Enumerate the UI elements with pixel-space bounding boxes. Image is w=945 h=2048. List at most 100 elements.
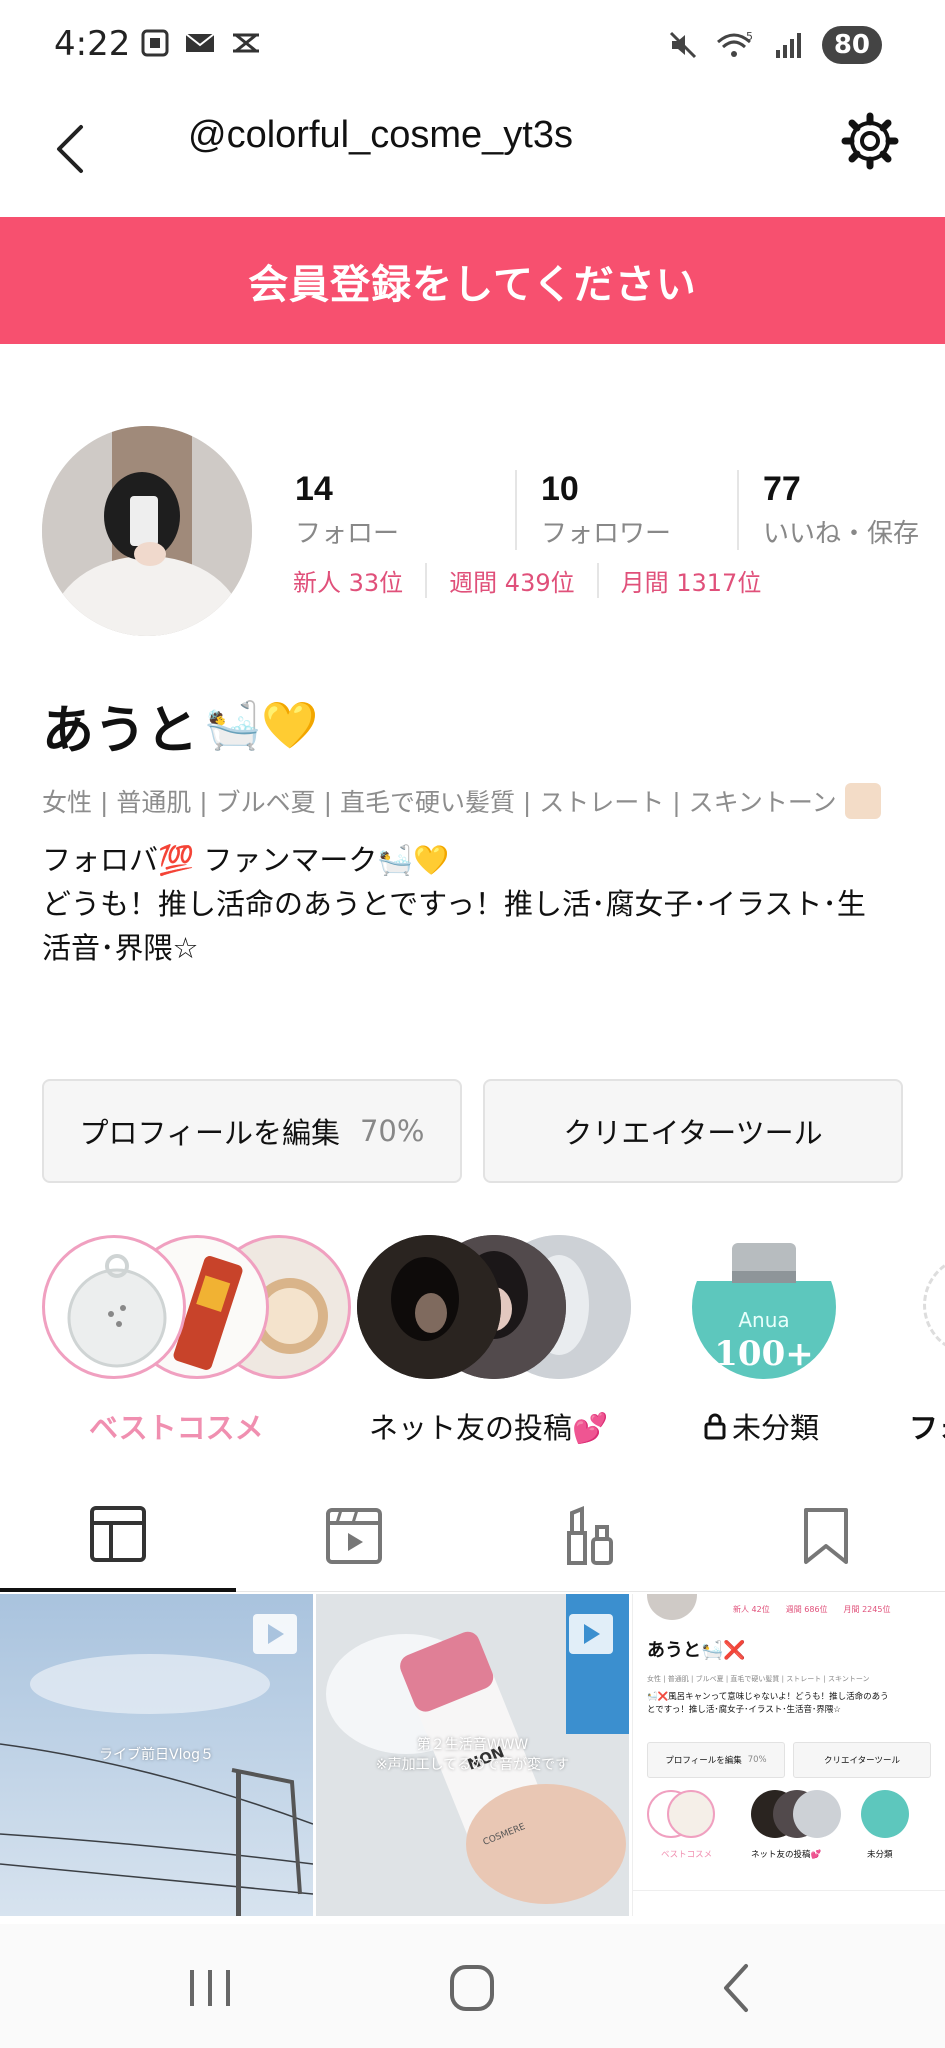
stat-likes-label: いいね・保存 (763, 519, 920, 549)
bio-line: どうも！推し活命のあうとですっ！推し活･腐女子･イラスト･生 (42, 887, 866, 921)
collection-best-cosme[interactable]: ベストコスメ (42, 1233, 351, 1453)
signal-icon (775, 33, 801, 58)
settings-button[interactable] (835, 106, 905, 176)
collection-label: ベストコスメ (89, 1411, 264, 1445)
anua-brand: Anua (738, 1308, 789, 1332)
mini-tabbar (633, 1890, 945, 1916)
post-tile[interactable]: NON COSMERE 第２生活音WWW ※声加工してるので音が変です (316, 1594, 629, 1916)
collection-label-text: 未分類 (732, 1411, 820, 1445)
back-icon (724, 1964, 748, 2012)
collection-thumb (923, 1255, 945, 1355)
system-nav-bar (0, 1924, 945, 2048)
status-bar: 4:22 5 80 (0, 0, 945, 90)
chevron-left-icon (57, 125, 83, 173)
stat-follow-label: フォロー (295, 519, 400, 549)
mini-name: あうと🛀❌ (647, 1640, 746, 1661)
wifi-icon: 5 (716, 30, 753, 57)
rank-weekly[interactable]: 週間 439位 (425, 563, 596, 598)
collection-uncategorized[interactable]: Anua 100+ 未分類 (692, 1233, 852, 1453)
rank-monthly[interactable]: 月間 1317位 (596, 563, 784, 598)
register-banner[interactable]: 会員登録をしてください (0, 217, 945, 344)
profile-stats: 14 フォロー 10 フォロワー 77 いいね・保存 (293, 470, 945, 550)
status-left-icons (140, 28, 262, 58)
mini-collection-thumb (861, 1790, 909, 1838)
mini-collection-label: 未分類 (867, 1850, 893, 1860)
mini-edit-label: プロフィールを編集 (665, 1756, 742, 1766)
tab-saved[interactable] (708, 1480, 944, 1592)
mini-bio-line: とですっ！推し活･腐女子･イラスト･生活音･界隈☆ (647, 1705, 841, 1715)
collection-thumb (42, 1235, 186, 1379)
mini-edit-percent: 70% (747, 1755, 767, 1765)
svg-text:5: 5 (746, 30, 753, 43)
collection-thumb (357, 1235, 501, 1379)
post-caption: ライブ前日Vlog５ (99, 1747, 214, 1763)
mini-profile-screenshot: 新人 42位 週間 686位 月間 2245位 あうと🛀❌ 女性 | 普通肌 |… (633, 1594, 945, 1916)
collections-row: ベストコスメ ネット友の投稿💕 Anua 100+ 未分類 フ (0, 1233, 945, 1453)
post-caption: 第２生活音WWW ※声加工してるので音が変です (316, 1734, 629, 1774)
bio-line: フォロバ💯 ファンマーク🛀💛 (42, 843, 450, 877)
lipstick-icon (567, 1506, 613, 1565)
stat-follower[interactable]: 10 フォロワー (515, 470, 737, 550)
mini-rank: 週間 686位 (785, 1605, 828, 1614)
page-title: @colorful_cosme_yt3s (188, 114, 573, 156)
display-name-emojis: 🛀💛 (204, 698, 319, 752)
edit-profile-label: プロフィールを編集 (79, 1116, 340, 1150)
mini-creator-button: クリエイターツール (793, 1742, 931, 1778)
collection-partial[interactable]: フォ (905, 1233, 945, 1453)
screenshot-icon (141, 29, 169, 57)
collection-label: フォ (909, 1411, 945, 1445)
mini-tags: 女性 | 普通肌 | ブルベ夏 | 直毛で硬い髪質 | ストレート | スキント… (647, 1675, 870, 1683)
stat-follower-value: 10 (541, 470, 579, 508)
mini-collection-thumb (647, 1790, 737, 1838)
profile-tags-text: 女性 | 普通肌 | ブルベ夏 | 直毛で硬い髪質 | ストレート | スキント… (42, 788, 837, 817)
status-right-icons: 5 80 (668, 26, 882, 64)
collection-label: ネット友の投稿💕 (369, 1411, 609, 1445)
stat-likes[interactable]: 77 いいね・保存 (737, 470, 945, 550)
rank-newcomer[interactable]: 新人 33位 (293, 563, 425, 598)
mini-bio-line: 🛀❌風呂キャンって意味じゃないよ！どうも！推し活命のあう (647, 1692, 889, 1702)
avatar[interactable] (42, 426, 252, 636)
collection-thumb: Anua 100+ (692, 1235, 836, 1379)
post-grid: ライブ前日Vlog５ NON COSMERE 第２生活音WWW ※声加工してるの… (0, 1594, 945, 1924)
gear-icon (841, 112, 899, 170)
creator-tools-button[interactable]: クリエイターツール (483, 1079, 903, 1183)
post-tile[interactable]: 新人 42位 週間 686位 月間 2245位 あうと🛀❌ 女性 | 普通肌 |… (632, 1594, 945, 1916)
anua-count: 100+ (714, 1334, 813, 1374)
collection-label: 未分類 (704, 1405, 819, 1447)
video-icon (326, 1508, 382, 1564)
mini-collection-thumb (751, 1790, 841, 1838)
back-nav-button[interactable] (708, 1960, 768, 2016)
edit-profile-button[interactable]: プロフィールを編集 70% (42, 1079, 462, 1183)
profile-bio: フォロバ💯 ファンマーク🛀💛 どうも！推し活命のあうとですっ！推し活･腐女子･イ… (42, 838, 912, 970)
bio-line: 活音･界隈☆ (42, 931, 199, 965)
lock-icon (704, 1413, 726, 1440)
stat-follow[interactable]: 14 フォロー (293, 470, 515, 550)
tab-videos[interactable] (236, 1480, 472, 1592)
mail-icon (185, 33, 215, 52)
post-caption-line: 第２生活音WWW (416, 1737, 529, 1753)
tab-posts[interactable] (0, 1480, 236, 1592)
mini-avatar (647, 1594, 697, 1620)
recent-apps-button[interactable] (180, 1960, 240, 2016)
post-caption-line: ※声加工してるので音が変です (375, 1757, 570, 1773)
post-tile[interactable]: ライブ前日Vlog５ (0, 1594, 313, 1916)
mini-edit-button: プロフィールを編集 70% (647, 1742, 785, 1778)
capcut-icon (233, 33, 259, 53)
stat-likes-value: 77 (763, 470, 801, 508)
display-name-text: あうと (42, 701, 199, 761)
stat-follow-value: 14 (295, 470, 333, 508)
mute-icon (669, 31, 696, 59)
avatar-photo (42, 426, 252, 636)
rankings: 新人 33位 週間 439位 月間 1317位 (293, 563, 783, 598)
mini-bio: 🛀❌風呂キャンって意味じゃないよ！どうも！推し活命のあう とですっ！推し活･腐女… (647, 1691, 937, 1717)
battery-indicator: 80 (821, 26, 882, 64)
collection-net-friends[interactable]: ネット友の投稿💕 (357, 1233, 637, 1453)
skin-tone-swatch (844, 783, 881, 819)
mini-rank: 月間 2245位 (843, 1605, 891, 1614)
bookmark-icon (804, 1508, 848, 1564)
home-button[interactable] (442, 1960, 502, 2016)
back-button[interactable] (40, 114, 100, 184)
tab-cosmetics[interactable] (472, 1480, 708, 1592)
mini-creator-label: クリエイターツール (824, 1756, 900, 1766)
content-tabs (0, 1480, 945, 1592)
